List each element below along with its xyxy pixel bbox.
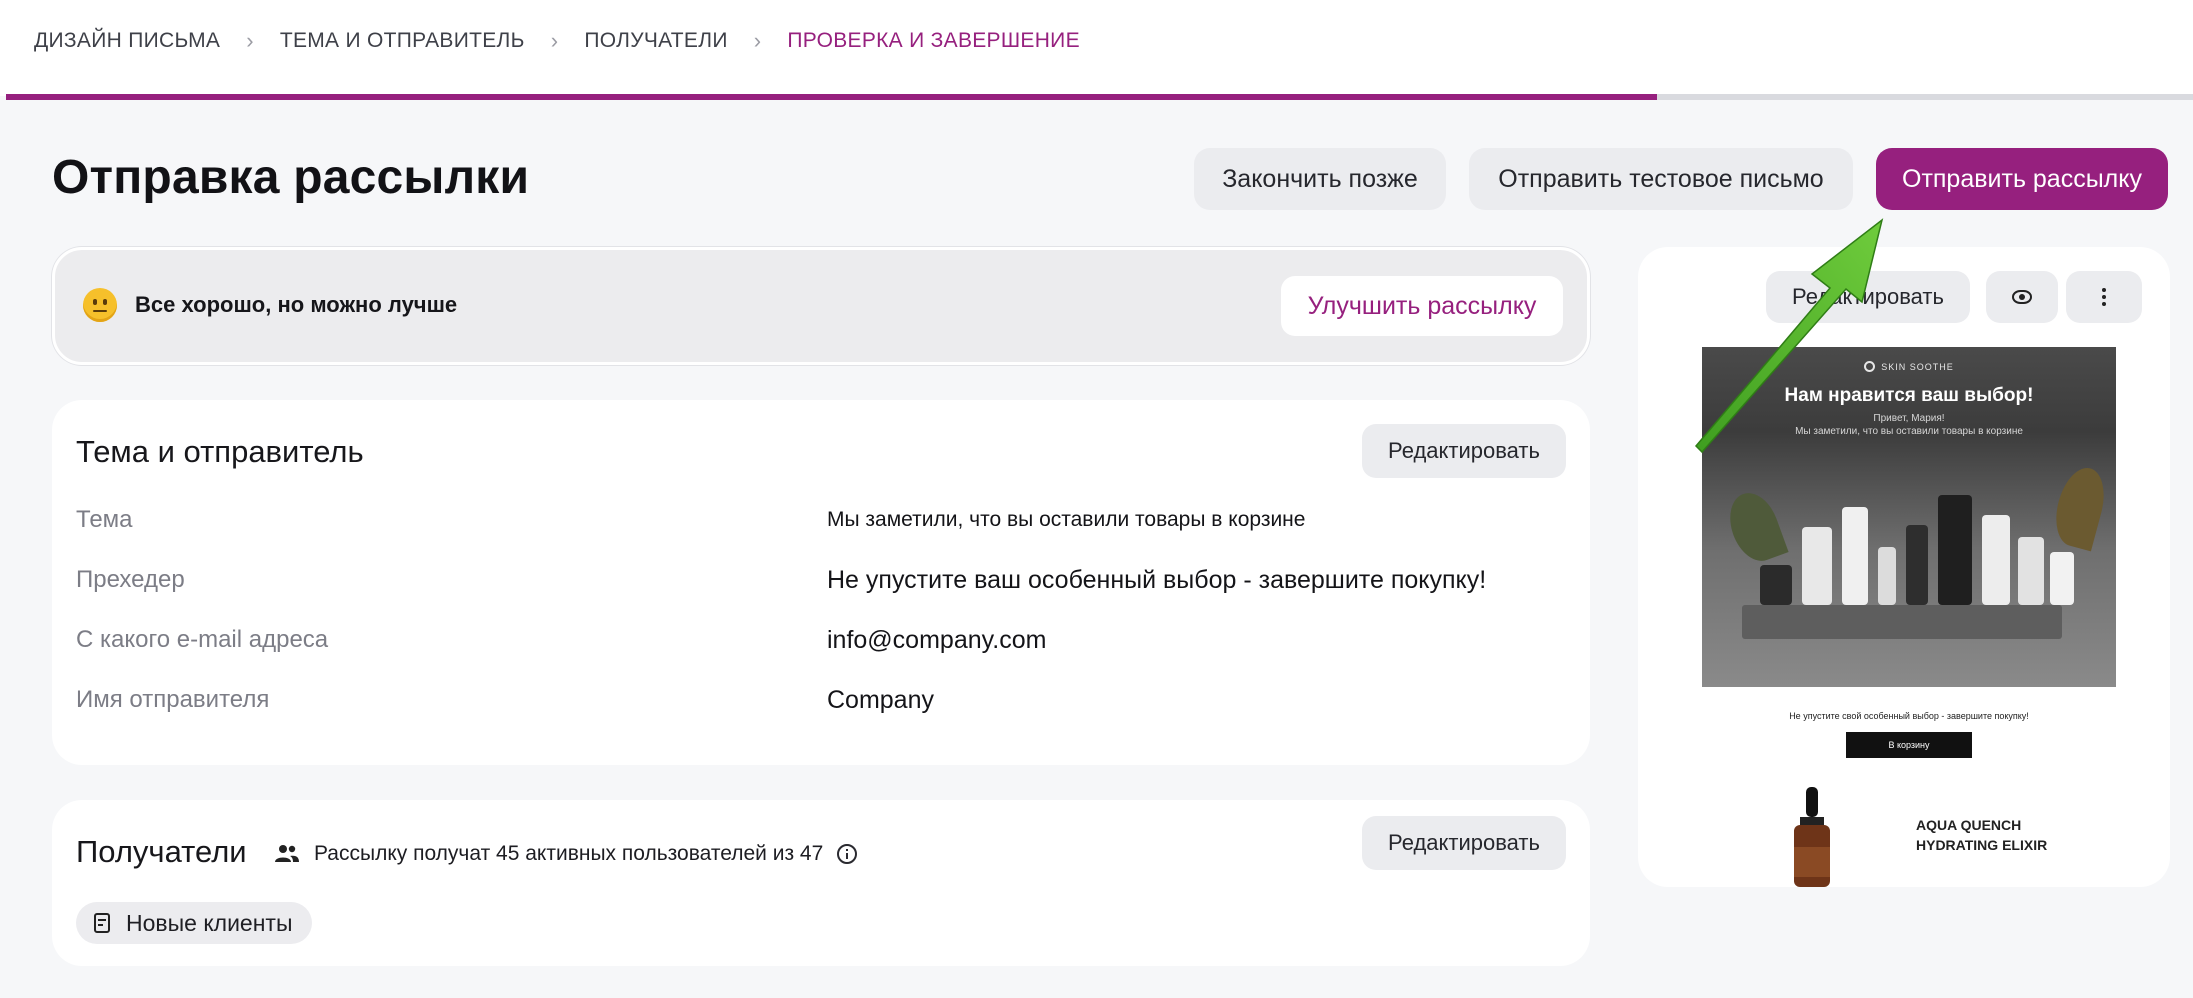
recipients-title: Получатели: [76, 834, 247, 869]
theme-sender-title: Тема и отправитель: [76, 434, 364, 469]
segment-chip[interactable]: Новые клиенты: [76, 902, 313, 944]
edit-recipients-button[interactable]: Редактировать: [1362, 816, 1566, 870]
list-icon: [94, 913, 110, 933]
from-email-value: info@company.com: [827, 626, 1047, 654]
bottle-product: [1938, 495, 1972, 605]
step-2[interactable]: ТЕМА И ОТПРАВИТЕЛЬ: [280, 29, 525, 53]
recipients-card: Получатели Рассылку получат 45 активных …: [52, 800, 1590, 966]
subject-value: Мы заметили, что вы оставили товары в ко…: [827, 508, 1306, 531]
breadcrumb: ДИЗАЙН ПИСЬМА › ТЕМА И ОТПРАВИТЕЛЬ › ПОЛУЧАТ…: [34, 28, 1080, 54]
bottle-product: [2018, 537, 2044, 605]
finish-later-button[interactable]: Закончить позже: [1194, 148, 1446, 210]
bottle-product: [1802, 527, 1832, 605]
jar-product: [1760, 565, 1792, 605]
chevron-right-icon: ›: [753, 28, 762, 53]
sender-name-value: Company: [827, 686, 934, 714]
email-title: Нам нравится ваш выбор!: [1784, 385, 2034, 406]
from-email-label: С какого e-mail адреса: [76, 626, 329, 653]
page-title: Отправка рассылки: [52, 151, 530, 204]
theme-sender-card: Тема и отправитель Редактировать Тема Мы…: [52, 400, 1590, 765]
email-preview-panel: Редактировать SKIN SOOTHE Нам нравится в…: [1638, 247, 2170, 887]
preheader-value: Не упустите ваш особенный выбор - заверш…: [827, 566, 1487, 594]
improve-campaign-button[interactable]: Улучшить рассылку: [1281, 276, 1563, 336]
chevron-right-icon: ›: [550, 28, 559, 53]
subject-label: Тема: [76, 506, 133, 533]
score-text: Все хорошо, но можно лучше: [135, 292, 458, 317]
product-dropper-image: [1794, 787, 1830, 887]
more-vertical-icon: [2102, 288, 2106, 306]
info-icon[interactable]: [837, 844, 858, 864]
plant-decoration-right: [2048, 462, 2112, 552]
quality-score-card: Все хорошо, но можно лучше Улучшить расс…: [52, 247, 1590, 365]
progress-bar: [6, 94, 2193, 100]
wizard-steps: ДИЗАЙН ПИСЬМА › ТЕМА И ОТПРАВИТЕЛЬ › ПОЛУЧАТ…: [0, 0, 2193, 100]
segment-label: Новые клиенты: [126, 909, 293, 936]
bottle-product: [1982, 515, 2010, 605]
step-1[interactable]: ДИЗАЙН ПИСЬМА: [34, 29, 220, 53]
email-cta-button: В корзину: [1846, 732, 1972, 758]
email-thumbnail[interactable]: SKIN SOOTHE Нам нравится ваш выбор! Прив…: [1702, 347, 2116, 887]
send-test-button[interactable]: Отправить тестовое письмо: [1469, 148, 1853, 210]
step-3[interactable]: ПОЛУЧАТЕЛИ: [584, 29, 727, 53]
step-4[interactable]: ПРОВЕРКА И ЗАВЕРШЕНИЕ: [787, 29, 1080, 53]
bottle-product: [2050, 552, 2074, 605]
email-product-name: AQUA QUENCH HYDRATING ELIXIR: [1916, 817, 2048, 854]
neutral-face-icon: [83, 288, 117, 322]
eye-icon: [2012, 290, 2032, 304]
bottle-product: [1906, 525, 1928, 605]
more-options-button[interactable]: [2066, 271, 2142, 323]
edit-theme-button[interactable]: Редактировать: [1362, 424, 1566, 478]
email-greeting: Привет, Мария!: [1873, 413, 1945, 424]
email-subtitle: Мы заметили, что вы оставили товары в ко…: [1795, 426, 2023, 437]
bottle-product: [1878, 547, 1896, 605]
users-icon: [275, 845, 299, 862]
preview-eye-button[interactable]: [1986, 271, 2058, 323]
plant-decoration: [1721, 486, 1789, 568]
chevron-right-icon: ›: [246, 28, 254, 53]
bottle-product: [1842, 507, 1868, 605]
email-hero-image: SKIN SOOTHE Нам нравится ваш выбор! Прив…: [1702, 347, 2116, 687]
preheader-label: Прехедер: [76, 566, 185, 593]
edit-design-button[interactable]: Редактировать: [1766, 271, 1970, 323]
email-preheader: Не упустите свой особенный выбор - завер…: [1789, 711, 2029, 721]
brand-logo-icon: [1864, 361, 1876, 372]
recipients-count-text: Рассылку получат 45 активных пользовател…: [314, 842, 824, 865]
email-brand: SKIN SOOTHE: [1702, 361, 2116, 372]
progress-fill: [6, 94, 1658, 100]
shelf-decoration: [1742, 605, 2062, 639]
send-campaign-button[interactable]: Отправить рассылку: [1876, 148, 2168, 210]
sender-name-label: Имя отправителя: [76, 686, 270, 713]
recipients-info: Рассылку получат 45 активных пользовател…: [274, 842, 858, 866]
